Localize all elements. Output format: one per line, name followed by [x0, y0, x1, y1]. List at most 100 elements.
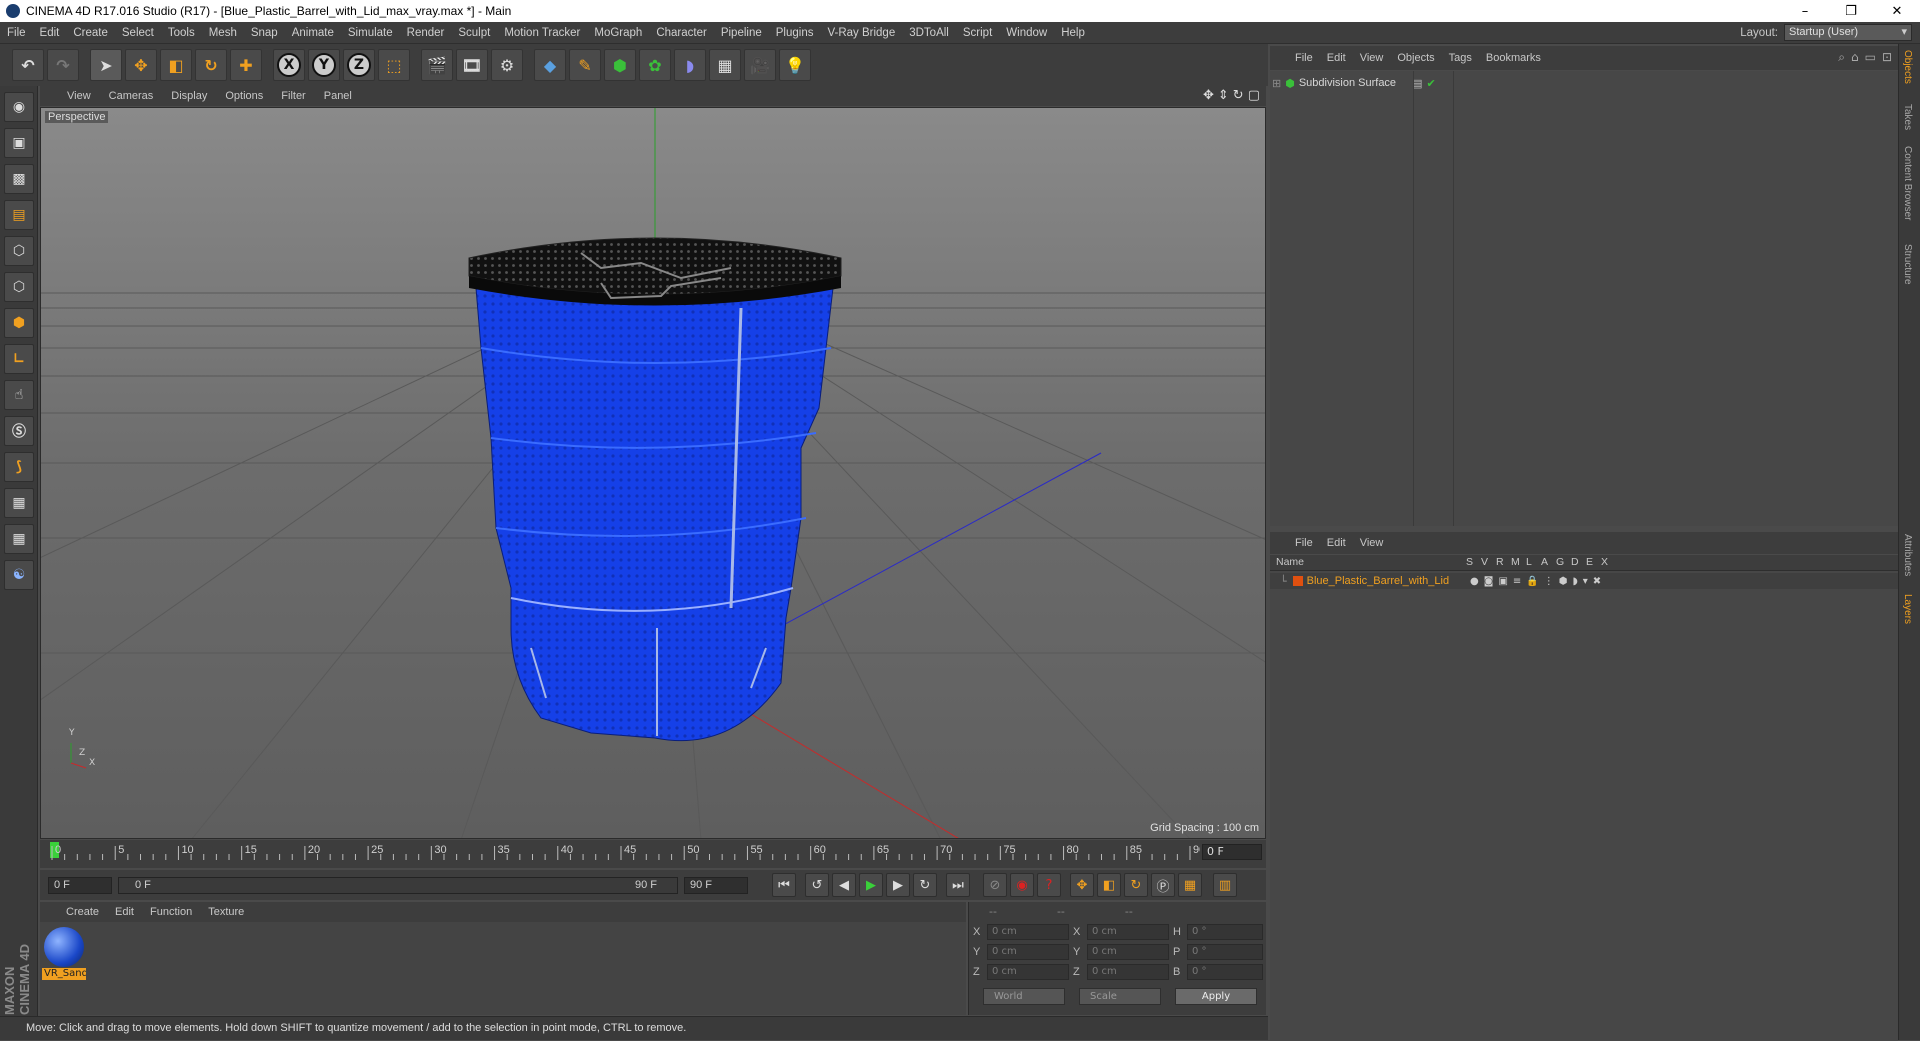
texture-mode-icon[interactable]: ▩: [4, 164, 34, 194]
layer-xref-icon[interactable]: ✖: [1593, 576, 1601, 587]
subdivision-generator-button[interactable]: ⬢: [604, 49, 636, 81]
size-x-field[interactable]: 0 cm: [1087, 924, 1169, 940]
axis-z-button[interactable]: Z: [343, 49, 375, 81]
layer-lock-icon[interactable]: 🔒: [1526, 576, 1538, 587]
viewport-toggle-icon[interactable]: ▢: [1248, 88, 1260, 103]
key-scale-icon[interactable]: ◧: [1097, 873, 1121, 897]
polygons-mode-icon[interactable]: ⬢: [4, 308, 34, 338]
objects-menu-tags[interactable]: Tags: [1442, 52, 1479, 64]
timeline[interactable]: 0 5 10 15 20 25 30 35 40 45 50 55 60 65 70 75 80 85 90 0 F: [40, 840, 1266, 868]
object-name[interactable]: Subdivision Surface: [1299, 77, 1396, 89]
barrel-lid[interactable]: [468, 237, 842, 306]
previous-key-icon[interactable]: ↺: [805, 873, 829, 897]
menu-file[interactable]: File: [0, 27, 33, 39]
render-settings-button[interactable]: ⚙: [491, 49, 523, 81]
menu-character[interactable]: Character: [649, 27, 714, 39]
end-frame-field[interactable]: 90 F: [684, 876, 748, 894]
viewport-menu-filter[interactable]: Filter: [272, 90, 314, 102]
objects-menu-bookmarks[interactable]: Bookmarks: [1479, 52, 1548, 64]
model-mode-icon[interactable]: ▣: [4, 128, 34, 158]
menu-create[interactable]: Create: [66, 27, 115, 39]
layer-name[interactable]: Blue_Plastic_Barrel_with_Lid: [1307, 575, 1449, 587]
search-icon[interactable]: ⌕: [1838, 50, 1845, 65]
tab-objects[interactable]: Objects: [1902, 50, 1913, 84]
snap-icon[interactable]: ⟆: [4, 452, 34, 482]
next-key-icon[interactable]: ↻: [913, 873, 937, 897]
go-to-end-icon[interactable]: ⏭: [946, 873, 970, 897]
layer-animation-icon[interactable]: ⋮: [1544, 576, 1554, 587]
menu-mograph[interactable]: MoGraph: [587, 27, 649, 39]
start-frame-field[interactable]: 0 F: [48, 876, 112, 894]
layer-color-swatch[interactable]: [1292, 576, 1303, 586]
menu-window[interactable]: Window: [999, 27, 1054, 39]
live-selection-button[interactable]: ✚: [230, 49, 262, 81]
workplane-lock-icon[interactable]: ▦: [4, 488, 34, 518]
axis-mode-icon[interactable]: ∟: [4, 344, 34, 374]
layer-render-icon[interactable]: ▣: [1498, 576, 1507, 587]
points-mode-icon[interactable]: ⬡: [4, 236, 34, 266]
make-editable-icon[interactable]: ◉: [4, 92, 34, 122]
next-frame-icon[interactable]: ▶: [886, 873, 910, 897]
tab-takes[interactable]: Takes: [1902, 104, 1913, 130]
autokey-icon[interactable]: ?: [1037, 873, 1061, 897]
solo-mode-icon[interactable]: Ⓢ: [4, 416, 34, 446]
render-view-button[interactable]: 🎬: [421, 49, 453, 81]
size-z-field[interactable]: 0 cm: [1087, 964, 1169, 980]
rotation-b-field[interactable]: 0 °: [1187, 964, 1263, 980]
menu-pipeline[interactable]: Pipeline: [714, 27, 769, 39]
viewport-menu-view[interactable]: View: [58, 90, 100, 102]
position-y-field[interactable]: 0 cm: [987, 944, 1069, 960]
menu-motion-tracker[interactable]: Motion Tracker: [497, 27, 587, 39]
objects-menu-objects[interactable]: Objects: [1390, 52, 1441, 64]
deformer-button[interactable]: ◗: [674, 49, 706, 81]
tab-structure[interactable]: Structure: [1902, 244, 1913, 285]
play-icon[interactable]: ▶: [859, 873, 883, 897]
go-to-start-icon[interactable]: ⏮: [772, 873, 796, 897]
menu-plugins[interactable]: Plugins: [769, 27, 821, 39]
size-y-field[interactable]: 0 cm: [1087, 944, 1169, 960]
scale-tool-button[interactable]: ◧: [160, 49, 192, 81]
material-menu-create[interactable]: Create: [58, 906, 107, 918]
position-x-field[interactable]: 0 cm: [987, 924, 1069, 940]
menu-mesh[interactable]: Mesh: [202, 27, 244, 39]
menu-tools[interactable]: Tools: [161, 27, 202, 39]
axis-x-button[interactable]: X: [273, 49, 305, 81]
tab-attributes[interactable]: Attributes: [1902, 534, 1913, 576]
menu-simulate[interactable]: Simulate: [341, 27, 400, 39]
rotation-h-field[interactable]: 0 °: [1187, 924, 1263, 940]
key-pla-icon[interactable]: ▦: [1178, 873, 1202, 897]
layers-menu-view[interactable]: View: [1353, 537, 1391, 549]
close-button[interactable]: ✕: [1874, 0, 1920, 22]
viewport-menu-panel[interactable]: Panel: [315, 90, 361, 102]
previous-frame-icon[interactable]: ◀: [832, 873, 856, 897]
menu-animate[interactable]: Animate: [285, 27, 341, 39]
camera-object-button[interactable]: 🎥: [744, 49, 776, 81]
viewport-menu-options[interactable]: Options: [216, 90, 272, 102]
viewport-rotate-icon[interactable]: ↻: [1233, 88, 1244, 103]
menu-vray-bridge[interactable]: V-Ray Bridge: [820, 27, 902, 39]
layout-select[interactable]: Startup (User): [1784, 24, 1912, 41]
current-frame-field[interactable]: 0 F: [1202, 844, 1262, 860]
size-mode-select[interactable]: Scale: [1079, 988, 1161, 1005]
menu-render[interactable]: Render: [400, 27, 452, 39]
objects-menu-file[interactable]: File: [1288, 52, 1320, 64]
object-row-subdivision-surface[interactable]: ⊞ ⬢ Subdivision Surface ▤ ✔: [1272, 75, 1436, 91]
workplane-mode-icon[interactable]: ▤: [4, 200, 34, 230]
menu-select[interactable]: Select: [115, 27, 161, 39]
key-parameter-icon[interactable]: Ⓟ: [1151, 873, 1175, 897]
layer-manager-icon[interactable]: ≡: [1513, 576, 1521, 587]
select-tool-button[interactable]: ➤: [90, 49, 122, 81]
workplane-grid-icon[interactable]: ▦: [4, 524, 34, 554]
key-position-icon[interactable]: ✥: [1070, 873, 1094, 897]
menu-edit[interactable]: Edit: [33, 27, 67, 39]
material-menu-function[interactable]: Function: [142, 906, 200, 918]
viewport-camera-label[interactable]: Perspective: [45, 111, 109, 123]
axis-y-button[interactable]: Y: [308, 49, 340, 81]
enabled-check-icon[interactable]: ✔: [1426, 77, 1435, 90]
viewport-zoom-icon[interactable]: ⇕: [1218, 88, 1229, 103]
layer-solo-icon[interactable]: ●: [1470, 576, 1479, 587]
rotate-tool-button[interactable]: ↻: [195, 49, 227, 81]
material-menu-edit[interactable]: Edit: [107, 906, 142, 918]
edges-mode-icon[interactable]: ⬡: [4, 272, 34, 302]
material-swatch[interactable]: VR_Sand: [42, 926, 86, 980]
